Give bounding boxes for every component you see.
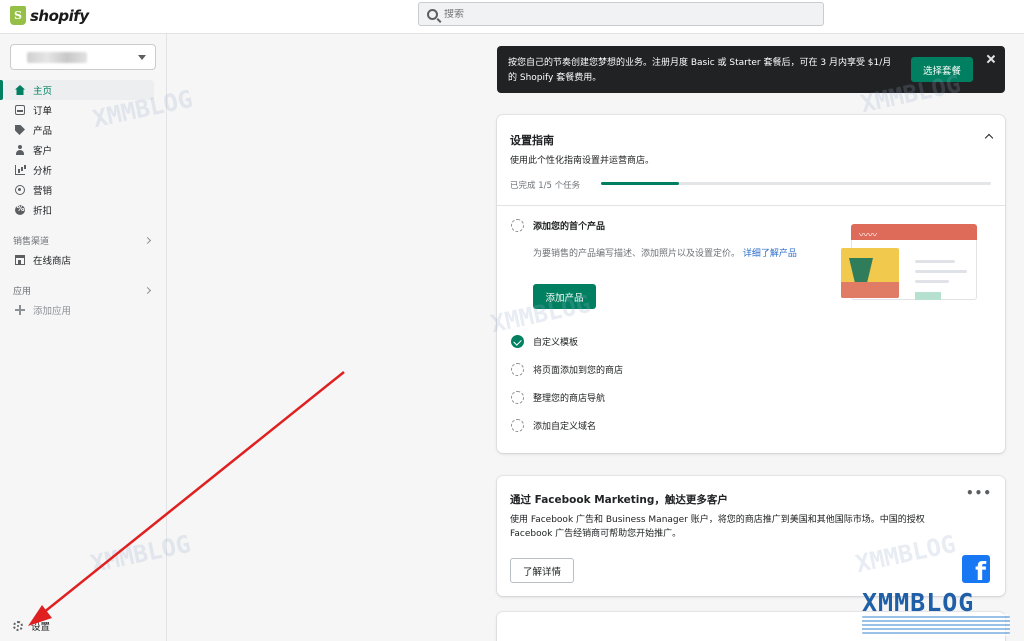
setup-guide-title: 设置指南 [510,134,554,147]
sales-channels-header[interactable]: 销售渠道 [0,230,166,250]
tag-icon [15,125,25,135]
add-app-label: 添加应用 [33,306,72,317]
shopify-logo[interactable]: shopify [10,6,89,25]
sidebar-nav: 主页 订单 产品 客户 分析 营销 折扣 销售渠道 [0,80,166,320]
incomplete-circle-icon[interactable] [511,363,524,376]
task-add-first-product[interactable]: 添加您的首个产品 [511,219,605,232]
illustration-button [915,292,941,300]
sidebar-item-products[interactable]: 产品 [0,120,166,140]
search-icon [427,8,438,20]
shopify-bag-icon [10,6,26,25]
sidebar-item-analytics[interactable]: 分析 [0,160,166,180]
search-input[interactable] [444,8,804,20]
task-label: 添加您的首个产品 [533,222,606,232]
facebook-logo-icon [962,555,990,583]
chevron-right-icon [143,286,152,294]
watermark-logo: XMMBLOG [862,588,975,617]
task-label: 添加自定义域名 [533,422,597,432]
setup-guide-card: 设置指南 使用此个性化指南设置并运营商店。 已完成 1/5 个任务 添加您的首个… [497,115,1005,453]
add-product-button[interactable]: 添加产品 [533,284,596,309]
bar-chart-icon [15,165,25,175]
target-icon [15,185,25,195]
sidebar-item-customers[interactable]: 客户 [0,140,166,160]
add-app-button[interactable]: 添加应用 [0,300,166,320]
task-label: 整理您的商店导航 [533,394,606,404]
home-icon [15,85,25,95]
task-customize-theme[interactable]: 自定义模板 [511,335,578,348]
task-description: 为要销售的产品编写描述、添加照片以及设置定价。 详细了解产品 [533,247,818,261]
sidebar-item-label: 分析 [33,166,53,177]
incomplete-circle-icon[interactable] [511,219,524,232]
banner-text: 按您自己的节奏创建您梦想的业务。注册月度 Basic 或 Starter 套餐后… [508,58,892,83]
sidebar: 主页 订单 产品 客户 分析 营销 折扣 销售渠道 [0,34,167,641]
task-label: 将页面添加到您的商店 [533,366,624,376]
facebook-card-text: 使用 Facebook 广告和 Business Manager 账户，将您的商… [510,515,925,539]
store-icon [15,255,25,265]
task-add-pages[interactable]: 将页面添加到您的商店 [511,363,623,376]
facebook-marketing-card: 通过 Facebook Marketing，触达更多客户 ••• 使用 Face… [497,476,1005,596]
choose-plan-button[interactable]: 选择套餐 [911,57,973,82]
sidebar-item-discounts[interactable]: 折扣 [0,200,166,220]
task-add-domain[interactable]: 添加自定义域名 [511,419,596,432]
illustration-photo [841,248,899,298]
watermark-waves [862,614,1010,636]
learn-more-button[interactable]: 了解详情 [510,558,574,583]
sidebar-item-orders[interactable]: 订单 [0,100,166,120]
divider [497,205,1005,206]
sidebar-item-label: 客户 [33,146,53,157]
search-bar[interactable] [418,2,824,26]
illustration-line [915,260,955,263]
section-label: 销售渠道 [13,236,50,247]
facebook-card-title: 通过 Facebook Marketing，触达更多客户 [510,494,728,506]
sidebar-item-label: 订单 [33,106,53,117]
incomplete-circle-icon[interactable] [511,391,524,404]
check-circle-icon[interactable] [511,335,524,348]
sidebar-item-marketing[interactable]: 营销 [0,180,166,200]
incomplete-circle-icon[interactable] [511,419,524,432]
learn-more-products-link[interactable]: 详细了解产品 [743,249,797,259]
settings-label: 设置 [31,622,51,633]
chevron-right-icon [143,236,152,244]
store-name-blurred [27,52,87,63]
sidebar-item-label: 主页 [33,86,53,97]
task-description-text: 为要销售的产品编写描述、添加照片以及设置定价。 [533,249,741,259]
sidebar-item-home[interactable]: 主页 [0,80,154,100]
sidebar-item-label: 折扣 [33,206,53,217]
discount-icon [15,204,25,215]
store-selector[interactable] [10,44,156,70]
illustration-line [915,270,967,273]
wave-icon: 〰〰 [859,231,878,241]
chevron-up-icon[interactable] [984,133,994,143]
sidebar-item-label: 在线商店 [33,256,72,267]
close-icon[interactable] [986,54,995,63]
apps-header[interactable]: 应用 [0,280,166,300]
brand-name: shopify [30,6,89,25]
caret-down-icon [138,55,146,60]
top-bar: shopify [0,0,1024,34]
sidebar-item-online-store[interactable]: 在线商店 [0,250,166,270]
gear-icon [13,621,23,631]
section-label: 应用 [13,286,32,297]
promo-banner: 按您自己的节奏创建您梦想的业务。注册月度 Basic 或 Starter 套餐后… [497,46,1005,93]
sidebar-item-label: 营销 [33,186,53,197]
person-icon [15,145,25,155]
task-label: 自定义模板 [533,338,579,348]
progress-text: 已完成 1/5 个任务 [510,181,581,191]
progress-bar [601,182,991,185]
task-organize-navigation[interactable]: 整理您的商店导航 [511,391,605,404]
plus-icon [15,305,25,315]
sidebar-item-settings[interactable]: 设置 [13,619,50,633]
product-illustration: 〰〰 [841,224,977,300]
progress-bar-fill [601,182,679,185]
sidebar-item-label: 产品 [33,126,53,137]
orders-icon [15,105,25,115]
more-options-icon[interactable]: ••• [966,486,992,500]
illustration-line [915,280,949,283]
setup-guide-subtitle: 使用此个性化指南设置并运营商店。 [510,156,655,166]
